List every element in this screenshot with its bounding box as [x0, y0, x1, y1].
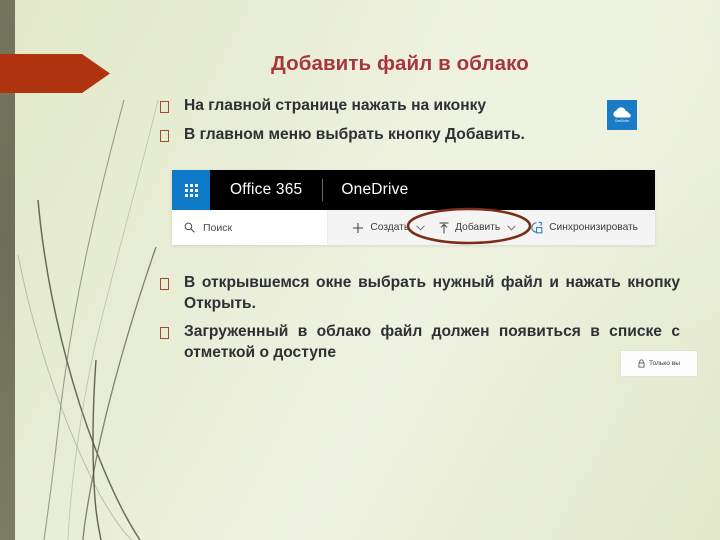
list-item: В открывшемся окне выбрать нужный файл и…	[160, 273, 680, 314]
chevron-down-icon	[507, 224, 516, 231]
list-item: В главном меню выбрать кнопку Добавить.	[160, 125, 680, 146]
list-item-label: В открывшемся окне выбрать нужный файл и…	[184, 274, 680, 312]
hollow-square-bullet-icon	[160, 327, 169, 340]
hollow-square-bullet-icon	[160, 278, 169, 291]
accent-arrow-banner	[0, 54, 110, 93]
lock-icon	[638, 359, 645, 368]
suite-name-label: Office 365	[230, 181, 303, 198]
hollow-square-bullet-icon	[160, 129, 169, 142]
onedrive-app-tile: OneDrive	[607, 100, 637, 130]
search-placeholder-label: Поиск	[203, 221, 233, 234]
toolbar-actions: Создать Добавить Синхронизировать	[328, 221, 655, 234]
only-you-badge: Только вы	[621, 351, 697, 376]
app-launcher-button[interactable]	[172, 170, 210, 210]
topbar-divider	[322, 179, 324, 201]
cloud-icon	[613, 107, 631, 118]
only-you-label: Только вы	[648, 360, 681, 367]
sync-icon	[530, 221, 543, 234]
create-button-label: Создать	[370, 222, 410, 233]
create-button[interactable]: Создать	[345, 222, 432, 234]
list-item: На главной странице нажать на иконку	[160, 96, 680, 117]
upload-button-label: Добавить	[455, 222, 501, 233]
upload-icon	[439, 221, 449, 234]
search-input[interactable]: Поиск	[172, 210, 328, 245]
onedrive-topbar: Office 365 OneDrive	[172, 170, 655, 210]
onedrive-screenshot: Office 365 OneDrive Поиск Создать Добави…	[172, 170, 655, 245]
onedrive-toolbar: Поиск Создать Добавить Синхронизировать	[172, 210, 655, 245]
search-icon	[184, 222, 195, 233]
upload-button[interactable]: Добавить	[432, 221, 523, 234]
app-launcher-icon	[184, 183, 198, 197]
app-name-label: OneDrive	[341, 181, 409, 198]
list-item: Загруженный в облако файл должен появить…	[160, 322, 680, 363]
slide-canvas: Добавить файл в облако На главной страни…	[0, 0, 720, 540]
onedrive-tile-label: OneDrive	[614, 119, 630, 123]
slide-title: Добавить файл в облако	[271, 52, 529, 75]
sync-button[interactable]: Синхронизировать	[523, 221, 645, 234]
list-item-label: На главной странице нажать на иконку	[184, 97, 487, 114]
hollow-square-bullet-icon	[160, 101, 169, 113]
list-item-label: Загруженный в облако файл должен появить…	[184, 323, 680, 361]
chevron-down-icon	[416, 224, 425, 231]
plus-icon	[352, 222, 364, 234]
list-item-label: В главном меню выбрать кнопку Добавить.	[184, 125, 525, 143]
sync-button-label: Синхронизировать	[549, 222, 638, 233]
